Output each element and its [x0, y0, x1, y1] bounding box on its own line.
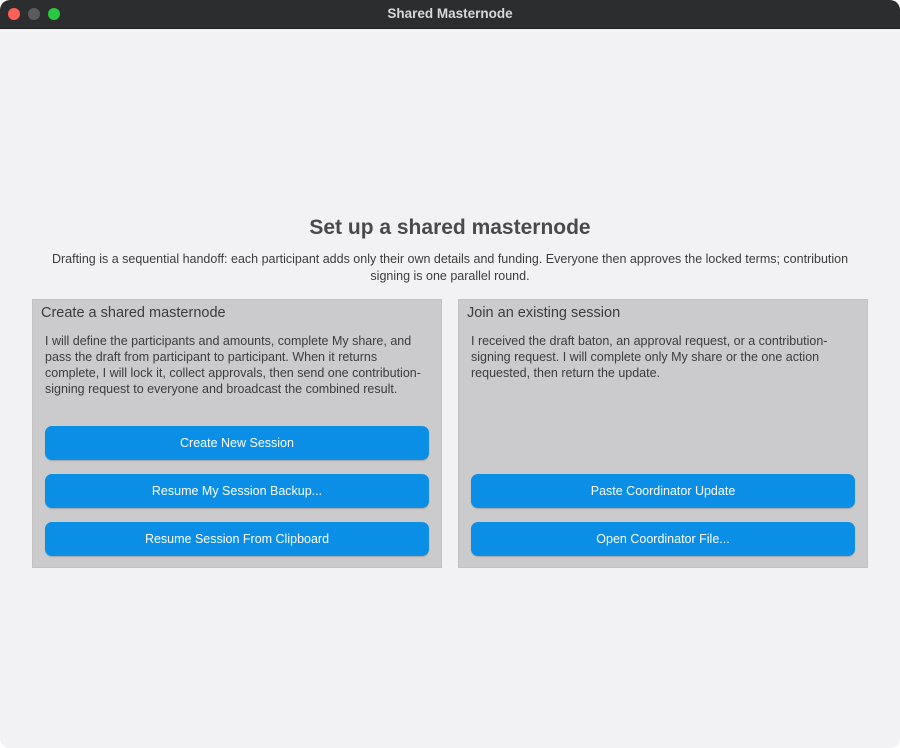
title-bar[interactable]: Shared Masternode — [0, 0, 900, 29]
resume-from-clipboard-button[interactable]: Resume Session From Clipboard — [45, 522, 429, 556]
join-session-panel: Join an existing session I received the … — [458, 299, 868, 568]
create-session-panel: Create a shared masternode I will define… — [32, 299, 442, 568]
window-title: Shared Masternode — [387, 6, 513, 21]
page-title: Set up a shared masternode — [309, 216, 591, 239]
create-new-session-button[interactable]: Create New Session — [45, 426, 429, 460]
paste-coordinator-update-button[interactable]: Paste Coordinator Update — [471, 474, 855, 508]
join-panel-title: Join an existing session — [467, 305, 621, 321]
app-window: Shared Masternode Set up a shared master… — [0, 0, 900, 748]
open-coordinator-file-button[interactable]: Open Coordinator File... — [471, 522, 855, 556]
resume-session-backup-button[interactable]: Resume My Session Backup... — [45, 474, 429, 508]
page-subtitle: Drafting is a sequential handoff: each p… — [51, 252, 849, 283]
create-panel-title: Create a shared masternode — [41, 305, 226, 321]
create-panel-description: I will define the participants and amoun… — [45, 334, 421, 396]
join-panel-description: I received the draft baton, an approval … — [471, 334, 828, 380]
